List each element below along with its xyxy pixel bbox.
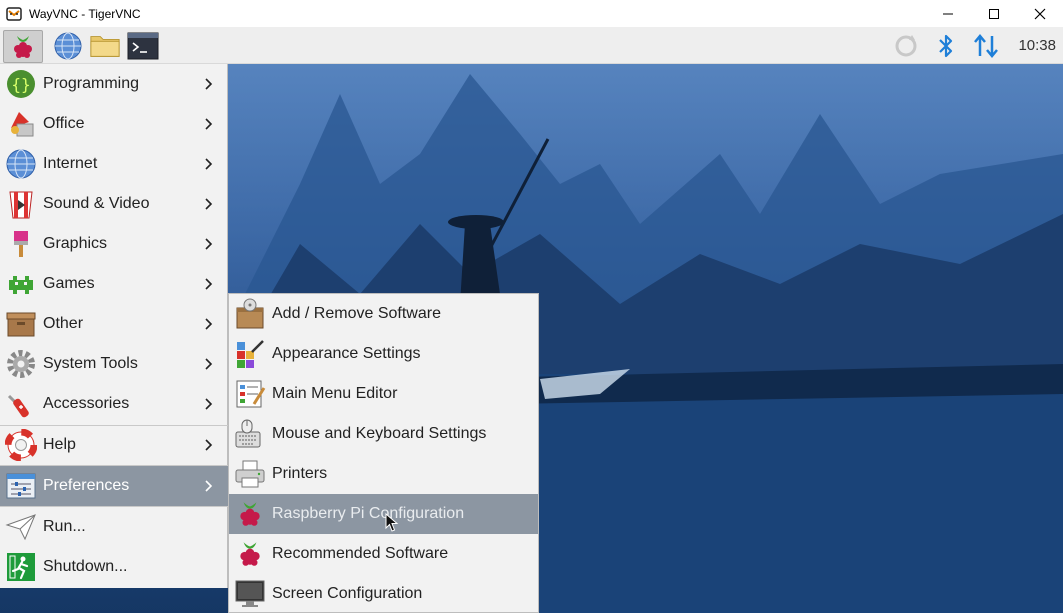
menu-item-preferences[interactable]: Preferences xyxy=(0,466,228,506)
applications-menu: {} Programming Office Internet Sound & V… xyxy=(0,64,228,588)
chevron-right-icon xyxy=(205,198,219,210)
menu-item-run[interactable]: Run... xyxy=(0,507,228,547)
popcorn-icon xyxy=(5,188,37,220)
chevron-right-icon xyxy=(205,278,219,290)
bluetooth-icon xyxy=(939,34,953,58)
paintbrush-icon xyxy=(5,228,37,260)
chevron-right-icon xyxy=(205,358,219,370)
menu-item-games[interactable]: Games xyxy=(0,264,228,304)
close-icon xyxy=(1034,8,1046,19)
folder-icon xyxy=(90,36,120,57)
paper-plane-icon xyxy=(5,511,37,543)
package-icon xyxy=(234,298,266,330)
menu-item-screen-configuration[interactable]: Screen Configuration xyxy=(229,574,538,613)
sliders-icon xyxy=(5,470,37,502)
raspberry-icon xyxy=(14,35,32,58)
lifebuoy-icon xyxy=(5,429,37,461)
close-button[interactable] xyxy=(1017,0,1063,27)
menu-item-printers[interactable]: Printers xyxy=(229,454,538,494)
swiss-knife-icon xyxy=(5,388,37,420)
menu-item-shutdown[interactable]: Shutdown... xyxy=(0,547,228,587)
printer-icon xyxy=(234,458,266,490)
menu-item-add-remove-software[interactable]: Add / Remove Software xyxy=(229,294,538,334)
window-titlebar: WayVNC - TigerVNC xyxy=(0,0,1063,27)
raspberry-icon xyxy=(234,498,266,530)
menu-item-mouse-keyboard-settings[interactable]: Mouse and Keyboard Settings xyxy=(229,414,538,454)
menu-editor-icon xyxy=(234,378,266,410)
minimize-icon xyxy=(943,13,953,14)
tigervnc-icon xyxy=(6,6,22,21)
terminal-launcher[interactable] xyxy=(127,30,159,62)
menu-item-sound-video[interactable]: Sound & Video xyxy=(0,184,228,224)
box-icon xyxy=(5,308,37,340)
menu-item-help[interactable]: Help xyxy=(0,425,228,465)
globe-icon xyxy=(5,148,37,180)
space-invader-icon xyxy=(5,268,37,300)
raspberry-icon xyxy=(234,538,266,570)
menu-item-raspberry-pi-configuration[interactable]: Raspberry Pi Configuration xyxy=(229,494,538,534)
menu-item-system-tools[interactable]: System Tools xyxy=(0,344,228,384)
window-title: WayVNC - TigerVNC xyxy=(29,6,141,21)
menu-item-appearance-settings[interactable]: Appearance Settings xyxy=(229,334,538,374)
menu-item-accessories[interactable]: Accessories xyxy=(0,384,228,424)
gear-icon xyxy=(5,348,37,380)
clock[interactable]: 10:38 xyxy=(1018,27,1056,64)
chevron-right-icon xyxy=(205,398,219,410)
monitor-icon xyxy=(234,578,266,610)
menu-item-internet[interactable]: Internet xyxy=(0,144,228,184)
mouse-cursor-icon xyxy=(385,513,399,532)
chevron-right-icon xyxy=(205,78,219,90)
chevron-right-icon xyxy=(205,118,219,130)
code-braces-icon: {} xyxy=(5,68,37,100)
svg-text:{}: {} xyxy=(11,75,30,94)
exit-icon xyxy=(5,551,37,583)
chevron-right-icon xyxy=(205,439,219,451)
preferences-submenu: Add / Remove Software Appearance Setting… xyxy=(228,293,539,613)
taskbar: 10:38 xyxy=(0,27,1063,64)
office-icon xyxy=(5,108,37,140)
maximize-icon xyxy=(989,8,999,19)
applications-menu-button[interactable] xyxy=(3,30,43,63)
chevron-right-icon xyxy=(205,158,219,170)
bluetooth-button[interactable] xyxy=(930,30,962,62)
sync-icon xyxy=(895,35,917,57)
menu-item-main-menu-editor[interactable]: Main Menu Editor xyxy=(229,374,538,414)
minimize-button[interactable] xyxy=(925,0,971,27)
network-transfer-button[interactable] xyxy=(970,30,1002,62)
chevron-right-icon xyxy=(205,318,219,330)
network-status-button[interactable] xyxy=(890,30,922,62)
web-browser-launcher[interactable] xyxy=(52,30,84,62)
globe-icon xyxy=(54,32,82,60)
maximize-button[interactable] xyxy=(971,0,1017,27)
up-down-arrows-icon xyxy=(974,34,998,58)
menu-item-graphics[interactable]: Graphics xyxy=(0,224,228,264)
chevron-right-icon xyxy=(205,480,219,492)
menu-item-other[interactable]: Other xyxy=(0,304,228,344)
chevron-right-icon xyxy=(205,238,219,250)
file-manager-launcher[interactable] xyxy=(89,30,121,62)
keyboard-mouse-icon xyxy=(234,418,266,450)
terminal-icon xyxy=(127,32,159,60)
menu-item-programming[interactable]: {} Programming xyxy=(0,64,228,104)
menu-item-recommended-software[interactable]: Recommended Software xyxy=(229,534,538,574)
menu-item-office[interactable]: Office xyxy=(0,104,228,144)
palette-icon xyxy=(234,338,266,370)
